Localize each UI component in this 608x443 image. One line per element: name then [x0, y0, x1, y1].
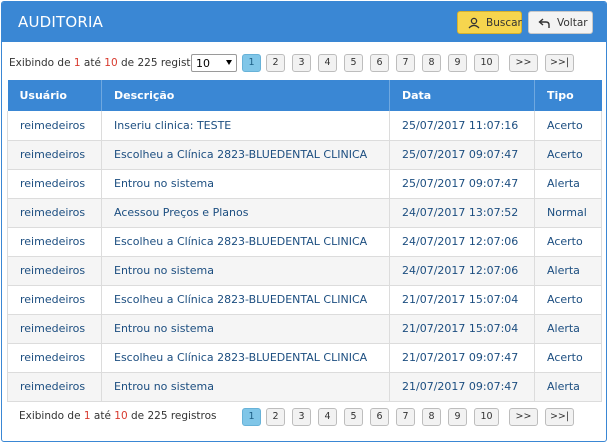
cell-tipo: Alerta — [534, 372, 602, 402]
page-size-select[interactable]: 10 — [191, 54, 237, 72]
buscar-label: Buscar — [486, 16, 522, 29]
cell-data: 24/07/2017 13:07:52 — [389, 198, 535, 228]
page-button-4[interactable]: 4 — [318, 408, 337, 426]
cell-data: 25/07/2017 11:07:16 — [389, 111, 535, 141]
table-row[interactable]: reimedeiros Acessou Preços e Planos 24/07/… — [7, 198, 602, 228]
table-row[interactable]: reimedeiros Entrou no sistema 25/07/2017 0… — [7, 169, 602, 199]
page-button-6[interactable]: 6 — [370, 54, 389, 72]
bottom-toolbar: Exibindo de 1 até 10 de 225 registros 12… — [2, 407, 606, 429]
records-info-bottom: Exibindo de 1 até 10 de 225 registros — [19, 410, 217, 422]
table-row[interactable]: reimedeiros Escolheu a Clínica 2823-BLUED… — [7, 140, 602, 170]
panel-header: AUDITORIA Buscar Voltar — [2, 2, 606, 42]
next-page-button[interactable]: >> — [509, 54, 538, 72]
table-row[interactable]: reimedeiros Entrou no sistema 24/07/2017 1… — [7, 256, 602, 286]
cell-tipo: Alerta — [534, 314, 602, 344]
audit-table: Usuário Descrição Data Tipo reimedeiros I… — [7, 80, 602, 402]
page-button-8[interactable]: 8 — [422, 408, 441, 426]
page-title: AUDITORIA — [18, 13, 104, 31]
cell-usuario: reimedeiros — [7, 372, 102, 402]
column-header-data[interactable]: Data — [389, 80, 535, 111]
table-row[interactable]: reimedeiros Entrou no sistema 21/07/2017 1… — [7, 314, 602, 344]
cell-data: 21/07/2017 09:07:47 — [389, 372, 535, 402]
cell-tipo: Alerta — [534, 256, 602, 286]
table-row[interactable]: reimedeiros Escolheu a Clínica 2823-BLUED… — [7, 285, 602, 315]
cell-usuario: reimedeiros — [7, 256, 102, 286]
cell-descricao: Entrou no sistema — [101, 169, 390, 199]
cell-descricao: Entrou no sistema — [101, 314, 390, 344]
table-body: reimedeiros Inseriu clinica: TESTE 25/07/2… — [7, 111, 602, 402]
cell-usuario: reimedeiros — [7, 343, 102, 373]
voltar-label: Voltar — [557, 16, 588, 29]
cell-usuario: reimedeiros — [7, 198, 102, 228]
cell-tipo: Acerto — [534, 285, 602, 315]
cell-descricao: Acessou Preços e Planos — [101, 198, 390, 228]
next-page-button[interactable]: >> — [509, 408, 538, 426]
column-header-usuario[interactable]: Usuário — [7, 80, 102, 111]
cell-usuario: reimedeiros — [7, 111, 102, 141]
page-button-1[interactable]: 1 — [242, 54, 261, 72]
cell-tipo: Acerto — [534, 227, 602, 257]
page-button-9[interactable]: 9 — [448, 408, 467, 426]
voltar-button[interactable]: Voltar — [528, 11, 593, 34]
last-page-button[interactable]: >>| — [545, 408, 574, 426]
cell-data: 24/07/2017 12:07:06 — [389, 227, 535, 257]
cell-usuario: reimedeiros — [7, 169, 102, 199]
page-button-3[interactable]: 3 — [292, 408, 311, 426]
page-button-5[interactable]: 5 — [344, 54, 363, 72]
page-button-2[interactable]: 2 — [266, 408, 285, 426]
cell-descricao: Escolheu a Clínica 2823-BLUEDENTAL CLINI… — [101, 343, 390, 373]
page-button-4[interactable]: 4 — [318, 54, 337, 72]
cell-data: 25/07/2017 09:07:47 — [389, 140, 535, 170]
table-row[interactable]: reimedeiros Inseriu clinica: TESTE 25/07/2… — [7, 111, 602, 141]
page-button-10[interactable]: 10 — [474, 408, 499, 426]
cell-tipo: Alerta — [534, 169, 602, 199]
column-header-descricao[interactable]: Descrição — [101, 80, 390, 111]
user-search-icon — [467, 17, 481, 29]
cell-tipo: Acerto — [534, 343, 602, 373]
buscar-button[interactable]: Buscar — [457, 11, 522, 34]
records-to: 10 — [104, 57, 118, 69]
cell-descricao: Entrou no sistema — [101, 372, 390, 402]
top-toolbar: Exibindo de 1 até 10 de 225 registros 10… — [2, 52, 606, 74]
column-header-tipo[interactable]: Tipo — [534, 80, 602, 111]
cell-descricao: Entrou no sistema — [101, 256, 390, 286]
table-header-row: Usuário Descrição Data Tipo — [7, 80, 602, 111]
cell-tipo: Acerto — [534, 111, 602, 141]
page-button-10[interactable]: 10 — [474, 54, 499, 72]
cell-descricao: Escolheu a Clínica 2823-BLUEDENTAL CLINI… — [101, 227, 390, 257]
cell-data: 24/07/2017 12:07:06 — [389, 256, 535, 286]
last-page-button[interactable]: >>| — [545, 54, 574, 72]
cell-usuario: reimedeiros — [7, 285, 102, 315]
page-button-6[interactable]: 6 — [370, 408, 389, 426]
cell-usuario: reimedeiros — [7, 227, 102, 257]
page-button-8[interactable]: 8 — [422, 54, 441, 72]
table-row[interactable]: reimedeiros Entrou no sistema 21/07/2017 0… — [7, 372, 602, 402]
cell-data: 21/07/2017 15:07:04 — [389, 285, 535, 315]
cell-usuario: reimedeiros — [7, 140, 102, 170]
records-from: 1 — [73, 57, 81, 69]
auditoria-panel: AUDITORIA Buscar Voltar Exibindo de 1 at — [1, 1, 607, 442]
cell-data: 21/07/2017 09:07:47 — [389, 343, 535, 373]
cell-tipo: Acerto — [534, 140, 602, 170]
page-button-2[interactable]: 2 — [266, 54, 285, 72]
page-button-3[interactable]: 3 — [292, 54, 311, 72]
page-button-7[interactable]: 7 — [396, 408, 415, 426]
records-info-top: Exibindo de 1 até 10 de 225 registros — [9, 57, 207, 69]
cell-descricao: Escolheu a Clínica 2823-BLUEDENTAL CLINI… — [101, 285, 390, 315]
page-button-7[interactable]: 7 — [396, 54, 415, 72]
back-arrow-icon — [538, 17, 552, 29]
table-row[interactable]: reimedeiros Escolheu a Clínica 2823-BLUED… — [7, 227, 602, 257]
page-button-5[interactable]: 5 — [344, 408, 363, 426]
cell-usuario: reimedeiros — [7, 314, 102, 344]
cell-tipo: Normal — [534, 198, 602, 228]
cell-descricao: Inseriu clinica: TESTE — [101, 111, 390, 141]
table-row[interactable]: reimedeiros Escolheu a Clínica 2823-BLUED… — [7, 343, 602, 373]
chevron-down-icon — [226, 60, 232, 65]
page-button-9[interactable]: 9 — [448, 54, 467, 72]
cell-data: 21/07/2017 15:07:04 — [389, 314, 535, 344]
page-button-1[interactable]: 1 — [242, 408, 261, 426]
cell-descricao: Escolheu a Clínica 2823-BLUEDENTAL CLINI… — [101, 140, 390, 170]
cell-data: 25/07/2017 09:07:47 — [389, 169, 535, 199]
